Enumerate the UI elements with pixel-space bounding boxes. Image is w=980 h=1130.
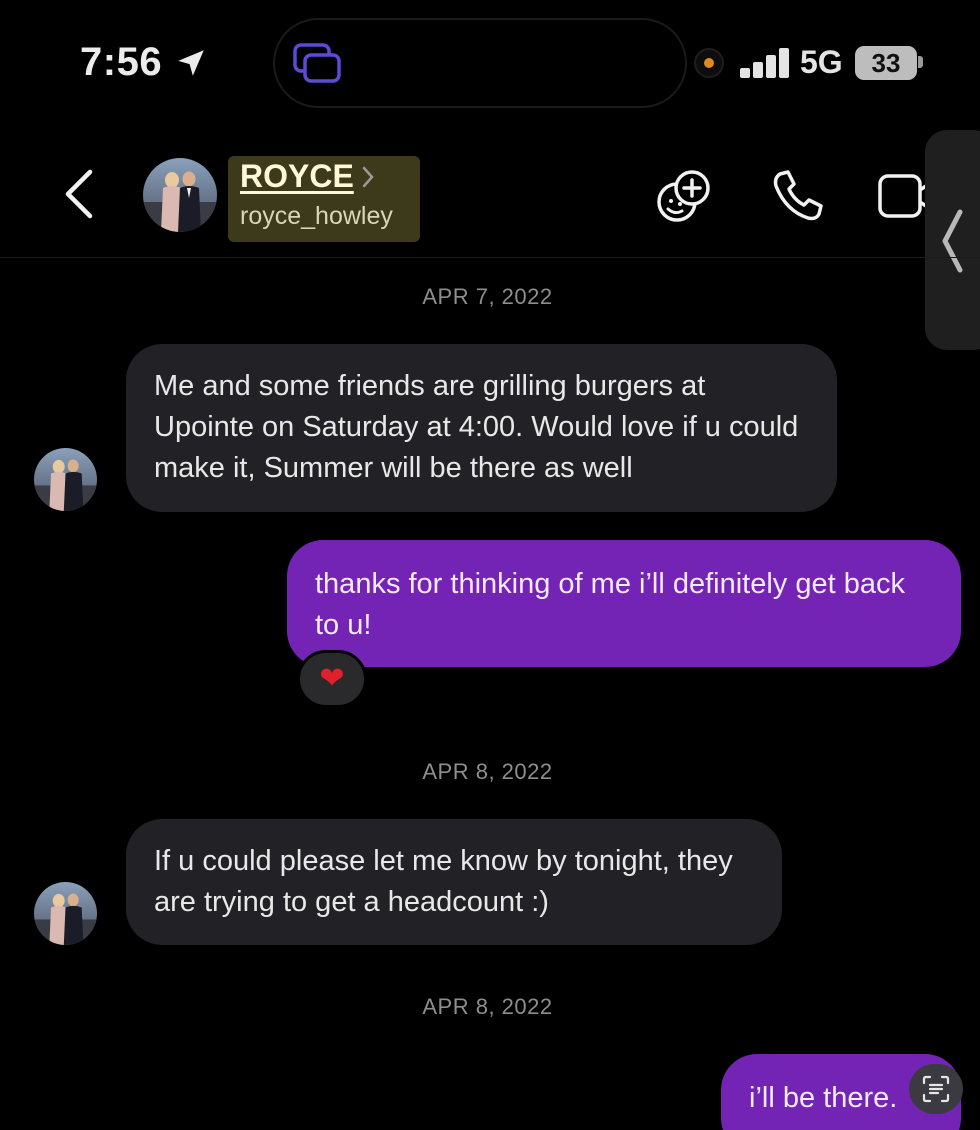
add-sticker-icon[interactable] [654,166,714,226]
date-separator: APR 8, 2022 [422,759,553,784]
date-separator: APR 7, 2022 [422,284,553,309]
sender-avatar[interactable] [34,882,97,945]
recording-dot-icon [694,48,724,78]
heart-reaction[interactable]: ❤ [297,650,367,708]
name-chevron-icon [362,166,374,188]
incoming-message[interactable]: Me and some friends are grilling burgers… [126,344,837,512]
header-divider [0,257,980,258]
outgoing-message[interactable]: thanks for thinking of me i’ll definitel… [287,540,961,667]
phone-icon[interactable] [768,166,828,226]
contact-name[interactable]: ROYCE [240,158,354,195]
side-panel-chevron-icon[interactable] [938,208,966,274]
signal-bars-icon [740,46,790,78]
date-separator: APR 8, 2022 [422,994,553,1019]
battery-nub [918,56,923,68]
contact-avatar[interactable] [143,158,217,232]
back-chevron-icon[interactable] [58,166,102,222]
contact-username[interactable]: royce_howley [240,202,393,231]
location-arrow-icon [178,50,204,76]
scan-text-icon [922,1075,950,1103]
network-label: 5G [800,44,843,80]
sender-avatar[interactable] [34,448,97,511]
incoming-message[interactable]: If u could please let me know by tonight… [126,819,782,945]
status-time: 7:56 [80,40,163,84]
chat-screen: 7:56 5G 33 ROYCE royce_howley APR 7, 202… [0,0,980,1130]
battery-indicator: 33 [855,46,917,80]
screen-share-icon [293,43,341,83]
live-text-scan-button[interactable] [909,1064,963,1114]
